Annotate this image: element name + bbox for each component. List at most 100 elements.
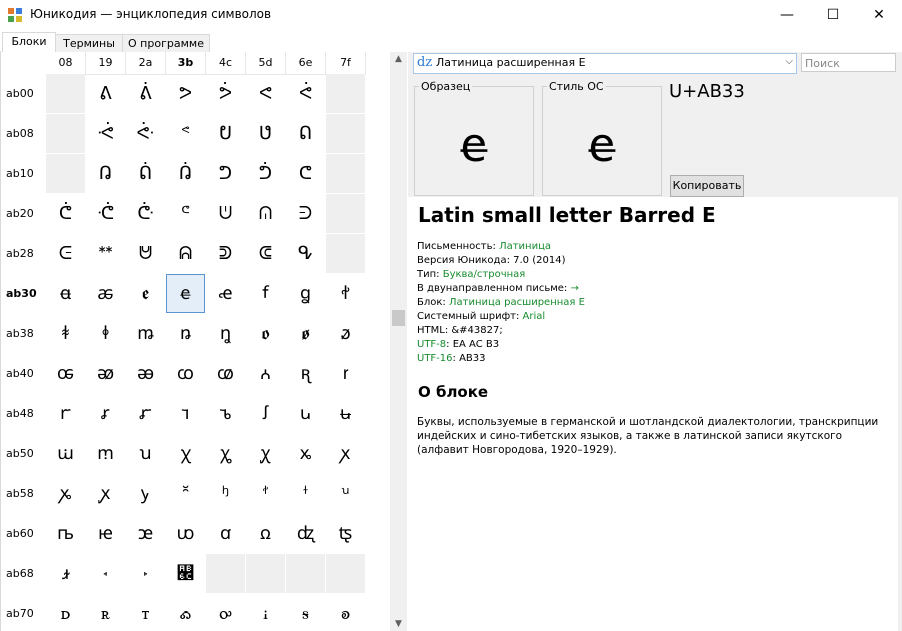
char-cell[interactable]: ᕬ xyxy=(246,194,285,233)
char-cell[interactable]: ꭶ xyxy=(286,594,325,631)
char-cell[interactable]: ꬸ xyxy=(46,314,85,353)
char-cell[interactable]: ꬰ xyxy=(46,274,85,313)
char-cell[interactable]: ꭀ xyxy=(46,354,85,393)
char-cell[interactable]: ᕜ xyxy=(126,114,165,153)
property-value[interactable]: Буква/строчная xyxy=(443,269,526,280)
char-cell[interactable]: ᕪ xyxy=(166,194,205,233)
tab-terms[interactable]: Термины xyxy=(55,34,123,53)
char-cell[interactable]: ꭲ xyxy=(126,594,165,631)
char-cell[interactable]: ᕘ xyxy=(206,74,245,113)
char-cell[interactable]: ꭢ xyxy=(126,514,165,553)
char-cell[interactable]: ᕥ xyxy=(246,154,285,193)
char-cell[interactable]: ᕨ xyxy=(86,194,125,233)
char-cell[interactable]: ꭐ xyxy=(46,434,85,473)
char-cell[interactable]: ꭤ xyxy=(206,514,245,553)
char-cell[interactable]: ꭳ xyxy=(166,594,205,631)
char-cell[interactable]: ꬾ xyxy=(286,314,325,353)
char-cell[interactable]: ꭦ xyxy=(286,514,325,553)
char-cell[interactable]: ꬼ xyxy=(206,314,245,353)
char-cell[interactable]: ꭬ xyxy=(166,554,205,593)
char-cell[interactable]: ꭨ xyxy=(46,554,85,593)
maximize-button[interactable]: ☐ xyxy=(810,0,856,30)
char-cell[interactable]: ꭪ xyxy=(86,554,125,593)
char-cell[interactable]: ꭘ xyxy=(46,474,85,513)
char-cell[interactable]: ꭓ xyxy=(166,434,205,473)
char-cell[interactable]: ᕚ xyxy=(286,74,325,113)
char-cell[interactable]: ꭞ xyxy=(286,474,325,513)
char-cell[interactable]: ꭒ xyxy=(126,434,165,473)
char-cell[interactable]: ᕟ xyxy=(246,114,285,153)
char-cell[interactable]: ꭈ xyxy=(46,394,85,433)
char-cell[interactable]: ꬷ xyxy=(326,274,365,313)
grid-scrollbar[interactable]: ▲ ▼ xyxy=(390,52,407,631)
tab-about[interactable]: О программе xyxy=(122,34,210,53)
char-cell[interactable]: ꬽ xyxy=(246,314,285,353)
char-cell[interactable]: ᕗ xyxy=(166,74,205,113)
char-cell[interactable]: ꭏ xyxy=(326,394,365,433)
char-cell[interactable]: ꭜ xyxy=(206,474,245,513)
char-cell[interactable]: ꭷ xyxy=(326,594,365,631)
char-cell[interactable]: ꬳ xyxy=(166,274,205,313)
char-cell[interactable]: ᕙ xyxy=(246,74,285,113)
char-cell[interactable]: ᕣ xyxy=(166,154,205,193)
char-cell[interactable]: ᕖ xyxy=(126,74,165,113)
char-cell[interactable]: ᕝ xyxy=(166,114,205,153)
char-cell[interactable]: ꭰ xyxy=(46,594,85,631)
char-cell[interactable]: ꭵ xyxy=(246,594,285,631)
property-key[interactable]: UTF-16 xyxy=(417,353,453,364)
char-cell[interactable]: ꭫ xyxy=(126,554,165,593)
char-cell[interactable]: ᕠ xyxy=(286,114,325,153)
char-cell[interactable]: ꭃ xyxy=(166,354,205,393)
char-cell[interactable]: ꭣ xyxy=(166,514,205,553)
char-cell[interactable]: ᕴ xyxy=(286,234,325,273)
char-cell[interactable]: ᕱ xyxy=(166,234,205,273)
char-cell[interactable]: ᕛ xyxy=(86,114,125,153)
char-cell[interactable]: ꬲ xyxy=(126,274,165,313)
scroll-up-icon[interactable]: ▲ xyxy=(390,54,407,64)
char-cell[interactable]: ꭡ xyxy=(86,514,125,553)
char-cell[interactable]: ꭔ xyxy=(206,434,245,473)
char-cell[interactable]: ꭋ xyxy=(166,394,205,433)
char-cell[interactable]: ꭗ xyxy=(326,434,365,473)
char-cell[interactable]: ꭍ xyxy=(246,394,285,433)
property-value[interactable]: Arial xyxy=(523,311,546,322)
char-cell[interactable]: ᕫ xyxy=(206,194,245,233)
char-cell[interactable]: ᕯ xyxy=(86,234,125,273)
property-value[interactable]: Латиница расширенная E xyxy=(449,297,585,308)
char-cell[interactable]: ꭥ xyxy=(246,514,285,553)
block-select[interactable]: dz Латиница расширенная E ⌵ xyxy=(413,53,797,74)
char-cell[interactable]: ᕡ xyxy=(86,154,125,193)
char-cell[interactable]: ꭆ xyxy=(286,354,325,393)
char-cell[interactable]: ᕳ xyxy=(246,234,285,273)
char-cell[interactable]: ꭉ xyxy=(86,394,125,433)
char-cell[interactable]: ꬱ xyxy=(86,274,125,313)
char-cell[interactable]: ꭎ xyxy=(286,394,325,433)
char-cell[interactable]: ꬹ xyxy=(86,314,125,353)
char-cell[interactable]: ᕭ xyxy=(286,194,325,233)
char-cell[interactable]: ᕮ xyxy=(46,234,85,273)
char-cell[interactable]: ꭛ xyxy=(166,474,205,513)
char-cell[interactable]: ᕦ xyxy=(286,154,325,193)
close-button[interactable]: ✕ xyxy=(856,0,902,30)
char-cell[interactable]: ꭚ xyxy=(126,474,165,513)
search-input[interactable]: Поиск xyxy=(801,53,896,72)
char-cell[interactable]: ᕰ xyxy=(126,234,165,273)
char-cell[interactable]: ꬿ xyxy=(326,314,365,353)
tab-blocks[interactable]: Блоки xyxy=(2,32,56,53)
property-value[interactable]: Латиница xyxy=(499,241,551,252)
char-cell[interactable]: ꭊ xyxy=(126,394,165,433)
char-cell[interactable]: ᕩ xyxy=(126,194,165,233)
char-cell[interactable]: ᕤ xyxy=(206,154,245,193)
char-cell[interactable]: ᕧ xyxy=(46,194,85,233)
char-cell[interactable]: ꬵ xyxy=(246,274,285,313)
char-cell[interactable]: ꭖ xyxy=(286,434,325,473)
char-cell[interactable]: ꭕ xyxy=(246,434,285,473)
char-cell[interactable]: ꭇ xyxy=(326,354,365,393)
char-cell[interactable]: ᕕ xyxy=(86,74,125,113)
scroll-down-icon[interactable]: ▼ xyxy=(390,619,407,629)
char-cell[interactable]: ꭠ xyxy=(46,514,85,553)
char-cell[interactable]: ꭂ xyxy=(126,354,165,393)
char-cell[interactable]: ꭌ xyxy=(206,394,245,433)
char-cell[interactable]: ꭴ xyxy=(206,594,245,631)
scroll-thumb[interactable] xyxy=(392,310,405,326)
